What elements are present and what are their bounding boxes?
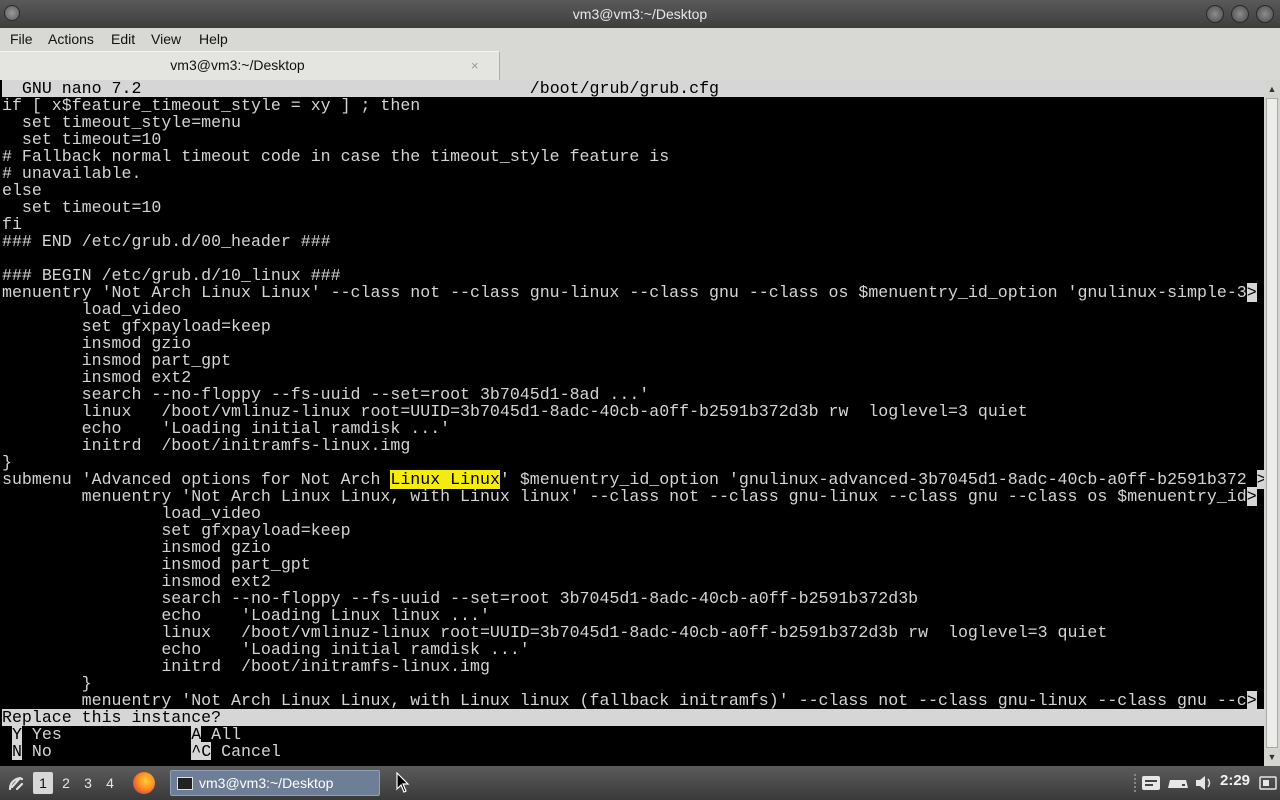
editor-line: linux /boot/vmlinuz-linux root=UUID=3b70… <box>2 623 1108 642</box>
tab-bar: vm3@vm3:~/Desktop × <box>0 50 1280 81</box>
editor-line: load_video <box>2 300 182 319</box>
editor-line: set timeout_style=menu <box>2 113 241 132</box>
shortcut-label-cancel[interactable]: Cancel <box>221 742 281 760</box>
clock[interactable]: 2:29 <box>1220 772 1250 789</box>
overflow-marker: > <box>1246 487 1257 506</box>
menu-view[interactable]: View <box>149 28 183 50</box>
editor-line: linux /boot/vmlinuz-linux root=UUID=3b70… <box>2 402 1028 421</box>
editor-line: } <box>2 674 92 693</box>
editor-line: set gfxpayload=keep <box>2 521 351 540</box>
menu-bar: File Actions Edit View Help <box>0 28 1280 51</box>
taskbar: 1 2 3 4 vm3@vm3:~/Desktop 2:29 <box>0 766 1280 800</box>
editor-line: insmod ext2 <box>2 368 192 387</box>
editor-line: # unavailable. <box>2 164 142 183</box>
editor-line: initrd /boot/initramfs-linux.img <box>2 657 490 676</box>
start-menu-icon[interactable] <box>6 773 26 793</box>
terminal-area[interactable]: GNU nano 7.2 /boot/grub/grub.cfg if [x$… <box>0 80 1280 766</box>
editor-line: # Fallback normal timeout code in case t… <box>2 147 670 166</box>
scrollbar-thumb[interactable] <box>1266 98 1278 748</box>
shortcut-row-2: N No ^C Cancel <box>2 742 1264 760</box>
editor-line: } <box>2 453 12 472</box>
editor-line: load_video <box>2 504 261 523</box>
submenu-line: submenu 'Advanced options for Not Arch L… <box>2 470 1264 489</box>
menu-actions[interactable]: Actions <box>46 28 96 50</box>
menu-edit[interactable]: Edit <box>109 28 137 50</box>
overflow-marker: > <box>1246 283 1257 302</box>
editor-line: insmod part_gpt <box>2 555 311 574</box>
window-titlebar[interactable]: vm3@vm3:~/Desktop <box>0 0 1280 28</box>
window-title: vm3@vm3:~/Desktop <box>572 6 708 22</box>
close-button[interactable] <box>1256 5 1274 23</box>
tab-terminal[interactable]: vm3@vm3:~/Desktop × <box>0 51 500 81</box>
taskbar-window-label: vm3@vm3:~/Desktop <box>199 775 334 791</box>
nano-editor[interactable]: GNU nano 7.2 /boot/grub/grub.cfg if [x$… <box>2 80 1264 760</box>
mouse-cursor-icon <box>396 772 410 793</box>
minimize-button[interactable] <box>1206 5 1224 23</box>
overflow-marker: > <box>1256 470 1264 489</box>
editor-line: set timeout=10 <box>2 198 162 217</box>
firefox-icon[interactable] <box>133 772 155 794</box>
editor-line: ### BEGIN /etc/grub.d/10_linux ### <box>2 266 341 285</box>
drive-icon[interactable] <box>1167 774 1189 792</box>
nano-header: GNU nano 7.2 /boot/grub/grub.cfg <box>2 80 1264 97</box>
volume-icon[interactable] <box>1194 774 1214 792</box>
keyboard-layout-icon[interactable] <box>1141 774 1161 792</box>
taskbar-window-button[interactable]: vm3@vm3:~/Desktop <box>170 770 380 796</box>
tab-label: vm3@vm3:~/Desktop <box>170 57 305 73</box>
editor-line: fi <box>2 215 22 234</box>
editor-line: if [ x$feature_timeout_style = xy ] ; th… <box>2 96 421 115</box>
shortcut-key-no[interactable]: N <box>11 742 22 760</box>
editor-line: echo 'Loading initial ramdisk ...' <box>2 640 530 659</box>
workspace-3-button[interactable]: 3 <box>78 772 98 794</box>
editor-line: menuentry 'Not Arch Linux Linux, with Li… <box>2 487 1257 506</box>
terminal-scrollbar[interactable]: ▲ ▼ <box>1264 80 1280 766</box>
shortcut-key-cancel[interactable]: ^C <box>191 742 212 760</box>
menu-file[interactable]: File <box>8 28 35 50</box>
editor-line: insmod part_gpt <box>2 351 232 370</box>
editor-line: insmod gzio <box>2 538 271 557</box>
shortcut-row-1: Y Yes A All <box>2 725 1264 744</box>
editor-line: insmod gzio <box>2 334 192 353</box>
editor-line: set gfxpayload=keep <box>2 317 271 336</box>
editor-line: search --no-floppy --fs-uuid --set=root … <box>2 385 650 404</box>
menu-help[interactable]: Help <box>197 28 230 50</box>
scroll-down-arrow-icon[interactable]: ▼ <box>1264 752 1280 762</box>
editor-line: menuentry 'Not Arch Linux Linux, with Li… <box>2 691 1257 710</box>
nano-prompt[interactable]: Replace this instance? <box>2 709 1264 726</box>
maximize-button[interactable] <box>1231 5 1249 23</box>
editor-line: search --no-floppy --fs-uuid --set=root … <box>2 589 919 608</box>
show-desktop-icon[interactable] <box>1259 774 1277 792</box>
tray-separator <box>1134 774 1138 792</box>
shortcut-label-no[interactable]: No <box>32 742 52 760</box>
editor-line: set timeout=10 <box>2 130 162 149</box>
nano-filename: /boot/grub/grub.cfg <box>529 80 719 98</box>
editor-line: insmod ext2 <box>2 572 271 591</box>
workspace-2-button[interactable]: 2 <box>56 772 76 794</box>
editor-line: menuentry 'Not Arch Linux Linux' --class… <box>2 283 1257 302</box>
terminal-icon <box>177 777 193 790</box>
editor-line: ### END /etc/grub.d/00_header ### <box>2 232 331 251</box>
workspace-4-button[interactable]: 4 <box>100 772 120 794</box>
editor-line: else <box>2 181 42 200</box>
editor-line: initrd /boot/initramfs-linux.img <box>2 436 411 455</box>
scroll-up-arrow-icon[interactable]: ▲ <box>1264 84 1280 94</box>
tab-close-icon[interactable]: × <box>471 58 479 73</box>
editor-line: echo 'Loading initial ramdisk ...' <box>2 419 451 438</box>
workspace-1-button[interactable]: 1 <box>33 772 53 794</box>
editor-line: echo 'Loading Linux linux ...' <box>2 606 490 625</box>
